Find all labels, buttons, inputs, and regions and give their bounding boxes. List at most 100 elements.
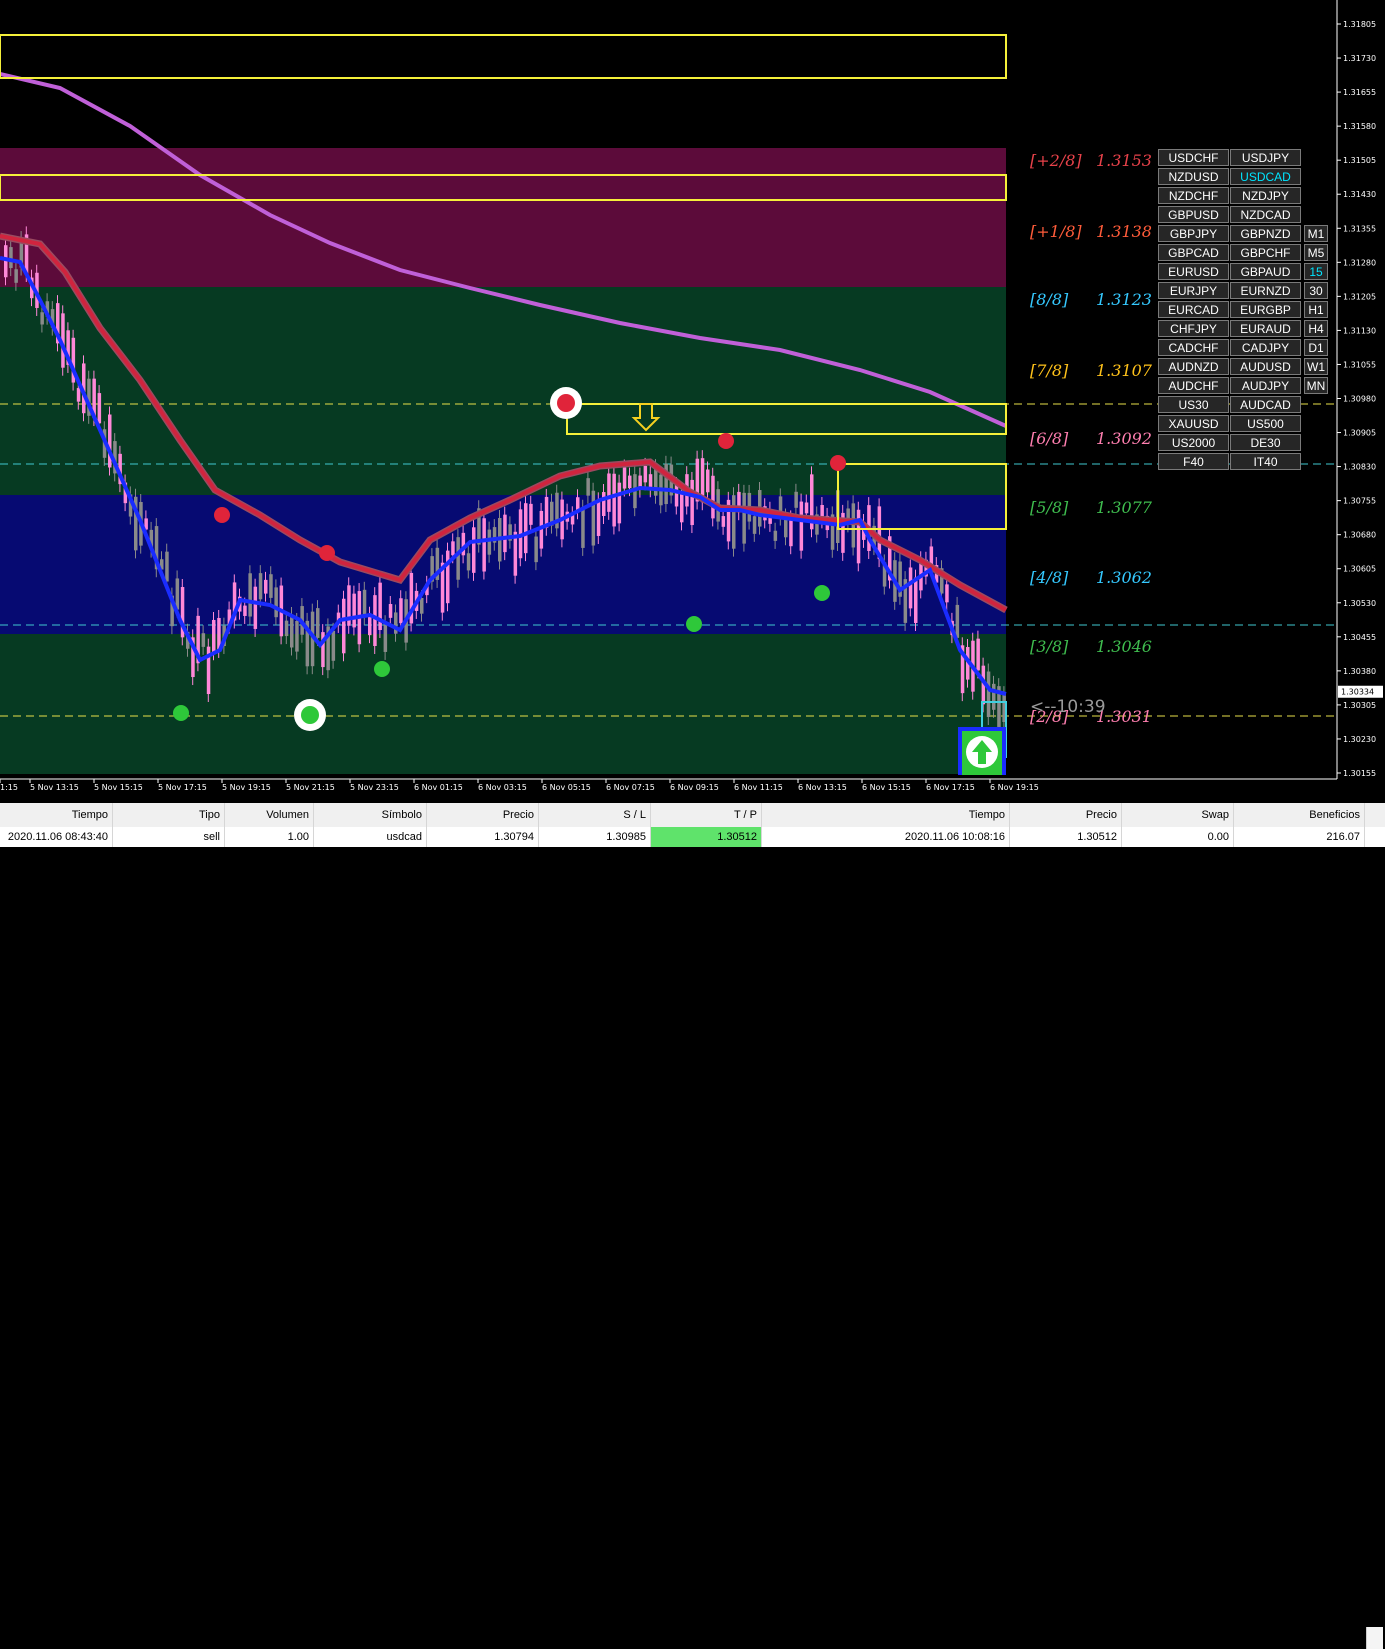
price-tick-label: 1.30680 [1343,531,1376,540]
candle-body [466,553,471,571]
candle-body [253,586,258,629]
symbol-button-audnzd[interactable]: AUDNZD [1158,358,1229,375]
candle-body [794,491,798,508]
symbol-button-gbpjpy[interactable]: GBPJPY [1158,225,1229,242]
col-symbol[interactable]: Símbolo [314,803,427,827]
symbol-button-chfjpy[interactable]: CHFJPY [1158,320,1229,337]
col-swap[interactable]: Swap [1122,803,1234,827]
candle-body [274,587,278,618]
timeframe-button-h4[interactable]: H4 [1304,320,1328,337]
bar-countdown: <--10:39 [1030,697,1106,717]
symbol-button-nzdcad[interactable]: NZDCAD [1230,206,1301,223]
candle-body [40,312,44,325]
symbol-button-it40[interactable]: IT40 [1230,453,1301,470]
symbol-button-gbpchf[interactable]: GBPCHF [1230,244,1301,261]
symbol-button-nzdchf[interactable]: NZDCHF [1158,187,1229,204]
symbol-button-us30[interactable]: US30 [1158,396,1229,413]
price-tick-label: 1.30605 [1343,565,1376,574]
candle-body [856,509,861,564]
time-tick-label: 6 Nov 19:15 [990,783,1039,792]
symbol-button-eurjpy[interactable]: EURJPY [1158,282,1229,299]
symbol-button-cadchf[interactable]: CADCHF [1158,339,1229,356]
candle-body [362,589,367,618]
candle-body [529,503,533,525]
candle-body [643,465,648,483]
time-tick-label: 6 Nov 03:15 [478,783,527,792]
symbol-button-usdchf[interactable]: USDCHF [1158,149,1229,166]
murrey-level-value: 1.3153 [1096,151,1152,170]
time-tick-label: 6 Nov 05:15 [542,783,591,792]
candle-body [76,388,81,402]
buy-signal-dot [686,616,702,632]
symbol-button-f40[interactable]: F40 [1158,453,1229,470]
candle-body [617,482,622,524]
col-price-close[interactable]: Precio [1010,803,1122,827]
cell-sl: 1.30985 [539,827,651,847]
candle-body [908,567,913,609]
price-tick-label: 1.30305 [1343,701,1376,710]
col-volume[interactable]: Volumen [225,803,314,827]
symbol-button-xauusd[interactable]: XAUUSD [1158,415,1229,432]
symbol-button-us500[interactable]: US500 [1230,415,1301,432]
candle-body [628,475,632,489]
vertical-scrollbar[interactable] [1366,1627,1383,1649]
price-tick-label: 1.31730 [1343,54,1376,63]
symbol-button-gbpusd[interactable]: GBPUSD [1158,206,1229,223]
symbol-button-gbpnzd[interactable]: GBPNZD [1230,225,1301,242]
symbol-button-eurusd[interactable]: EURUSD [1158,263,1229,280]
col-price-open[interactable]: Precio [427,803,539,827]
col-tp[interactable]: T / P [651,803,762,827]
candle-body [342,598,346,654]
candle-body [586,478,590,496]
candle-body [284,620,289,637]
candle-body [352,593,356,628]
symbol-button-cadjpy[interactable]: CADJPY [1230,339,1301,356]
symbol-button-us2000[interactable]: US2000 [1158,434,1229,451]
timeframe-button-h1[interactable]: H1 [1304,301,1328,318]
candle-body [456,537,460,580]
buy-signal-dot [814,585,830,601]
symbol-button-audchf[interactable]: AUDCHF [1158,377,1229,394]
candle-body [976,638,980,671]
symbol-button-eurcad[interactable]: EURCAD [1158,301,1229,318]
candle-body [851,503,856,548]
symbol-button-audusd[interactable]: AUDUSD [1230,358,1301,375]
timeframe-button-30[interactable]: 30 [1304,282,1328,299]
col-type[interactable]: Tipo [113,803,225,827]
timeframe-button-d1[interactable]: D1 [1304,339,1328,356]
timeframe-button-m1[interactable]: M1 [1304,225,1328,242]
candle-body [612,473,616,527]
symbol-button-gbpaud[interactable]: GBPAUD [1230,263,1301,280]
symbol-button-usdjpy[interactable]: USDJPY [1230,149,1301,166]
symbol-button-de30[interactable]: DE30 [1230,434,1301,451]
candle-body [269,574,273,598]
candle-body [373,595,377,646]
candle-body [487,529,492,555]
timeframe-button-w1[interactable]: W1 [1304,358,1328,375]
col-time-close[interactable]: Tiempo [762,803,1010,827]
col-time-open[interactable]: Tiempo [0,803,113,827]
time-tick-label: 5 Nov 17:15 [158,783,207,792]
col-sl[interactable]: S / L [539,803,651,827]
table-row[interactable]: 2020.11.06 08:43:40 sell 1.00 usdcad 1.3… [0,827,1385,847]
symbol-button-eurgbp[interactable]: EURGBP [1230,301,1301,318]
timeframe-button-15[interactable]: 15 [1304,263,1328,280]
candle-body [773,530,778,541]
timeframe-button-mn[interactable]: MN [1304,377,1328,394]
symbol-button-eurnzd[interactable]: EURNZD [1230,282,1301,299]
symbol-button-nzdusd[interactable]: NZDUSD [1158,168,1229,185]
candle-body [524,503,528,554]
price-tick-label: 1.31655 [1343,88,1376,97]
col-profit[interactable]: Beneficios [1234,803,1365,827]
murrey-level-label: [+2/8] [1030,151,1082,170]
time-tick-label: 6 Nov 13:15 [798,783,847,792]
symbol-button-usdcad[interactable]: USDCAD [1230,168,1301,185]
symbol-button-nzdjpy[interactable]: NZDJPY [1230,187,1301,204]
symbol-button-audjpy[interactable]: AUDJPY [1230,377,1301,394]
price-tick-label: 1.30380 [1343,667,1376,676]
symbol-button-euraud[interactable]: EURAUD [1230,320,1301,337]
symbol-button-gbpcad[interactable]: GBPCAD [1158,244,1229,261]
symbol-button-audcad[interactable]: AUDCAD [1230,396,1301,413]
cell-price-open: 1.30794 [427,827,539,847]
timeframe-button-m5[interactable]: M5 [1304,244,1328,261]
